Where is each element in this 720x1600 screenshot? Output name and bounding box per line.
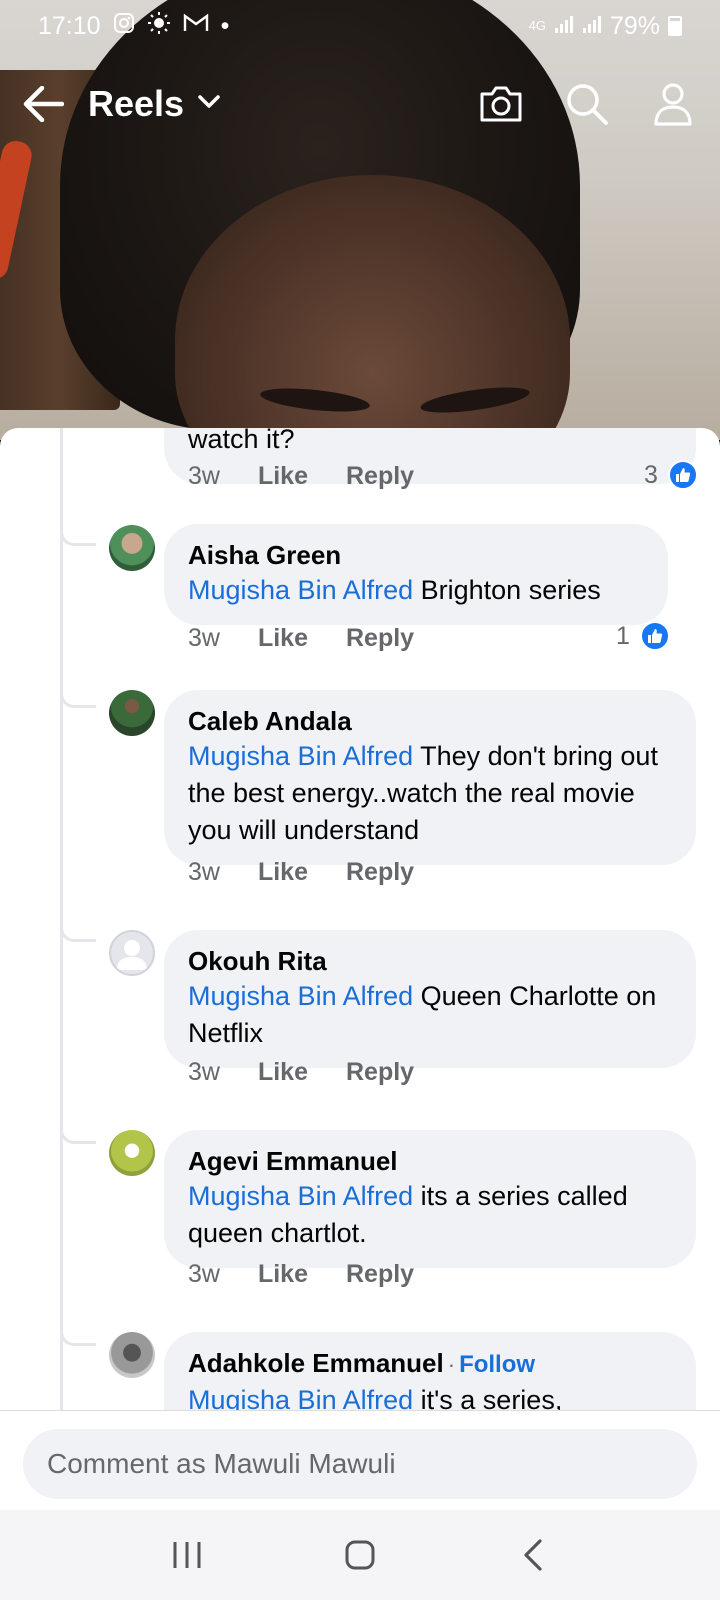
mention-link[interactable]: Mugisha Bin Alfred [188, 575, 413, 605]
comment-bubble[interactable]: Aisha Green Mugisha Bin Alfred Brighton … [164, 524, 668, 625]
like-button[interactable]: Like [258, 1260, 308, 1289]
comment-actions: 3w Like Reply [188, 858, 414, 887]
thread-branch [60, 686, 96, 708]
back-arrow-icon[interactable] [22, 80, 70, 128]
comment-text: Mugisha Bin Alfred Queen Charlotte on Ne… [188, 978, 672, 1052]
comment-author[interactable]: Adahkole Emmanuel [188, 1348, 444, 1378]
top-app-bar: Reels [0, 68, 720, 140]
avatar[interactable] [109, 690, 155, 736]
comment-actions: 3w Like Reply [188, 1058, 414, 1087]
reaction-count[interactable]: 1 [616, 621, 670, 651]
camera-icon[interactable] [476, 79, 526, 129]
battery-percent: 79% [609, 11, 660, 40]
comment-text: Mugisha Bin Alfred Brighton series [188, 572, 644, 609]
comment-text: watch it? [188, 428, 295, 454]
chevron-down-icon[interactable] [198, 94, 220, 114]
system-nav-bar [0, 1510, 720, 1600]
profile-icon[interactable] [648, 79, 698, 129]
comment-body: Brighton series [413, 575, 601, 605]
comment-actions: 3w Like Reply [188, 1260, 414, 1289]
comment-author[interactable]: Agevi Emmanuel [188, 1144, 672, 1178]
thread-line [60, 428, 63, 1410]
comment-actions: 3w Like Reply [188, 624, 414, 653]
notification-dot-icon: • [220, 11, 230, 40]
comment-time: 3w [188, 1058, 220, 1086]
signal-icon [554, 12, 574, 41]
network-type: 4G [528, 18, 546, 33]
comment-time: 3w [188, 1260, 220, 1288]
status-bar: 17:10 • 4G 79% [0, 0, 720, 52]
mention-link[interactable]: Mugisha Bin Alfred [188, 1385, 413, 1410]
like-button[interactable]: Like [258, 1058, 308, 1087]
instagram-icon [113, 12, 135, 40]
comment-text: Mugisha Bin Alfred it's a series, [188, 1382, 672, 1410]
comment-time: 3w [188, 858, 220, 886]
mention-link[interactable]: Mugisha Bin Alfred [188, 1181, 413, 1211]
reply-button[interactable]: Reply [346, 624, 414, 653]
thumbs-up-icon [667, 460, 698, 490]
gmail-icon [183, 13, 209, 39]
comment-bubble[interactable]: Agevi Emmanuel Mugisha Bin Alfred its a … [164, 1130, 696, 1268]
comment-time: 3w [188, 462, 220, 490]
comment-body: it's a series, [413, 1385, 563, 1410]
comments-sheet[interactable]: watch it? 3w Like Reply 3 Aisha Green Mu… [0, 428, 720, 1410]
comment-input[interactable]: Comment as Mawuli Mawuli [23, 1429, 697, 1499]
mention-link[interactable]: Mugisha Bin Alfred [188, 981, 413, 1011]
reply-button[interactable]: Reply [346, 1058, 414, 1087]
comment-author[interactable]: Aisha Green [188, 538, 644, 572]
thread-branch [60, 1122, 96, 1144]
comment-composer: Comment as Mawuli Mawuli [0, 1410, 720, 1510]
comment-actions: 3w Like Reply [188, 462, 414, 491]
comment-bubble[interactable]: Caleb Andala Mugisha Bin Alfred They don… [164, 690, 696, 865]
comment-time: 3w [188, 624, 220, 652]
comment-author[interactable]: Okouh Rita [188, 944, 672, 978]
comment-text: Mugisha Bin Alfred its a series called q… [188, 1178, 672, 1252]
comment-author[interactable]: Caleb Andala [188, 704, 672, 738]
search-icon[interactable] [562, 79, 612, 129]
comment-text: Mugisha Bin Alfred They don't bring out … [188, 738, 672, 849]
reply-button[interactable]: Reply [346, 1260, 414, 1289]
thumbs-up-icon [639, 621, 670, 651]
mention-link[interactable]: Mugisha Bin Alfred [188, 741, 413, 771]
like-button[interactable]: Like [258, 858, 308, 887]
reaction-number: 3 [644, 460, 658, 489]
comment-author-row: Adahkole Emmanuel · Follow [188, 1346, 672, 1382]
thread-branch [60, 524, 96, 546]
status-time: 17:10 [38, 11, 101, 40]
comment-bubble[interactable]: Okouh Rita Mugisha Bin Alfred Queen Char… [164, 930, 696, 1068]
battery-icon [668, 16, 682, 36]
like-button[interactable]: Like [258, 624, 308, 653]
reaction-number: 1 [616, 621, 630, 650]
reaction-count[interactable]: 3 [644, 460, 698, 490]
comment-bubble[interactable]: Adahkole Emmanuel · Follow Mugisha Bin Alf… [164, 1332, 696, 1410]
signal-icon-2 [582, 12, 602, 41]
recent-apps-icon[interactable] [157, 1525, 217, 1585]
thread-branch [60, 920, 96, 942]
default-avatar-icon[interactable] [109, 930, 155, 976]
follow-button[interactable]: Follow [459, 1351, 535, 1378]
back-icon[interactable] [503, 1525, 563, 1585]
reel-video[interactable] [0, 0, 720, 440]
avatar[interactable] [109, 1130, 155, 1176]
separator-dot: · [447, 1352, 456, 1377]
like-button[interactable]: Like [258, 462, 308, 491]
reply-button[interactable]: Reply [346, 858, 414, 887]
home-icon[interactable] [330, 1525, 390, 1585]
page-title[interactable]: Reels [88, 83, 184, 125]
brightness-icon [147, 11, 171, 41]
thread-branch [60, 1324, 96, 1346]
avatar[interactable] [109, 1332, 155, 1378]
reply-button[interactable]: Reply [346, 462, 414, 491]
avatar[interactable] [109, 525, 155, 571]
